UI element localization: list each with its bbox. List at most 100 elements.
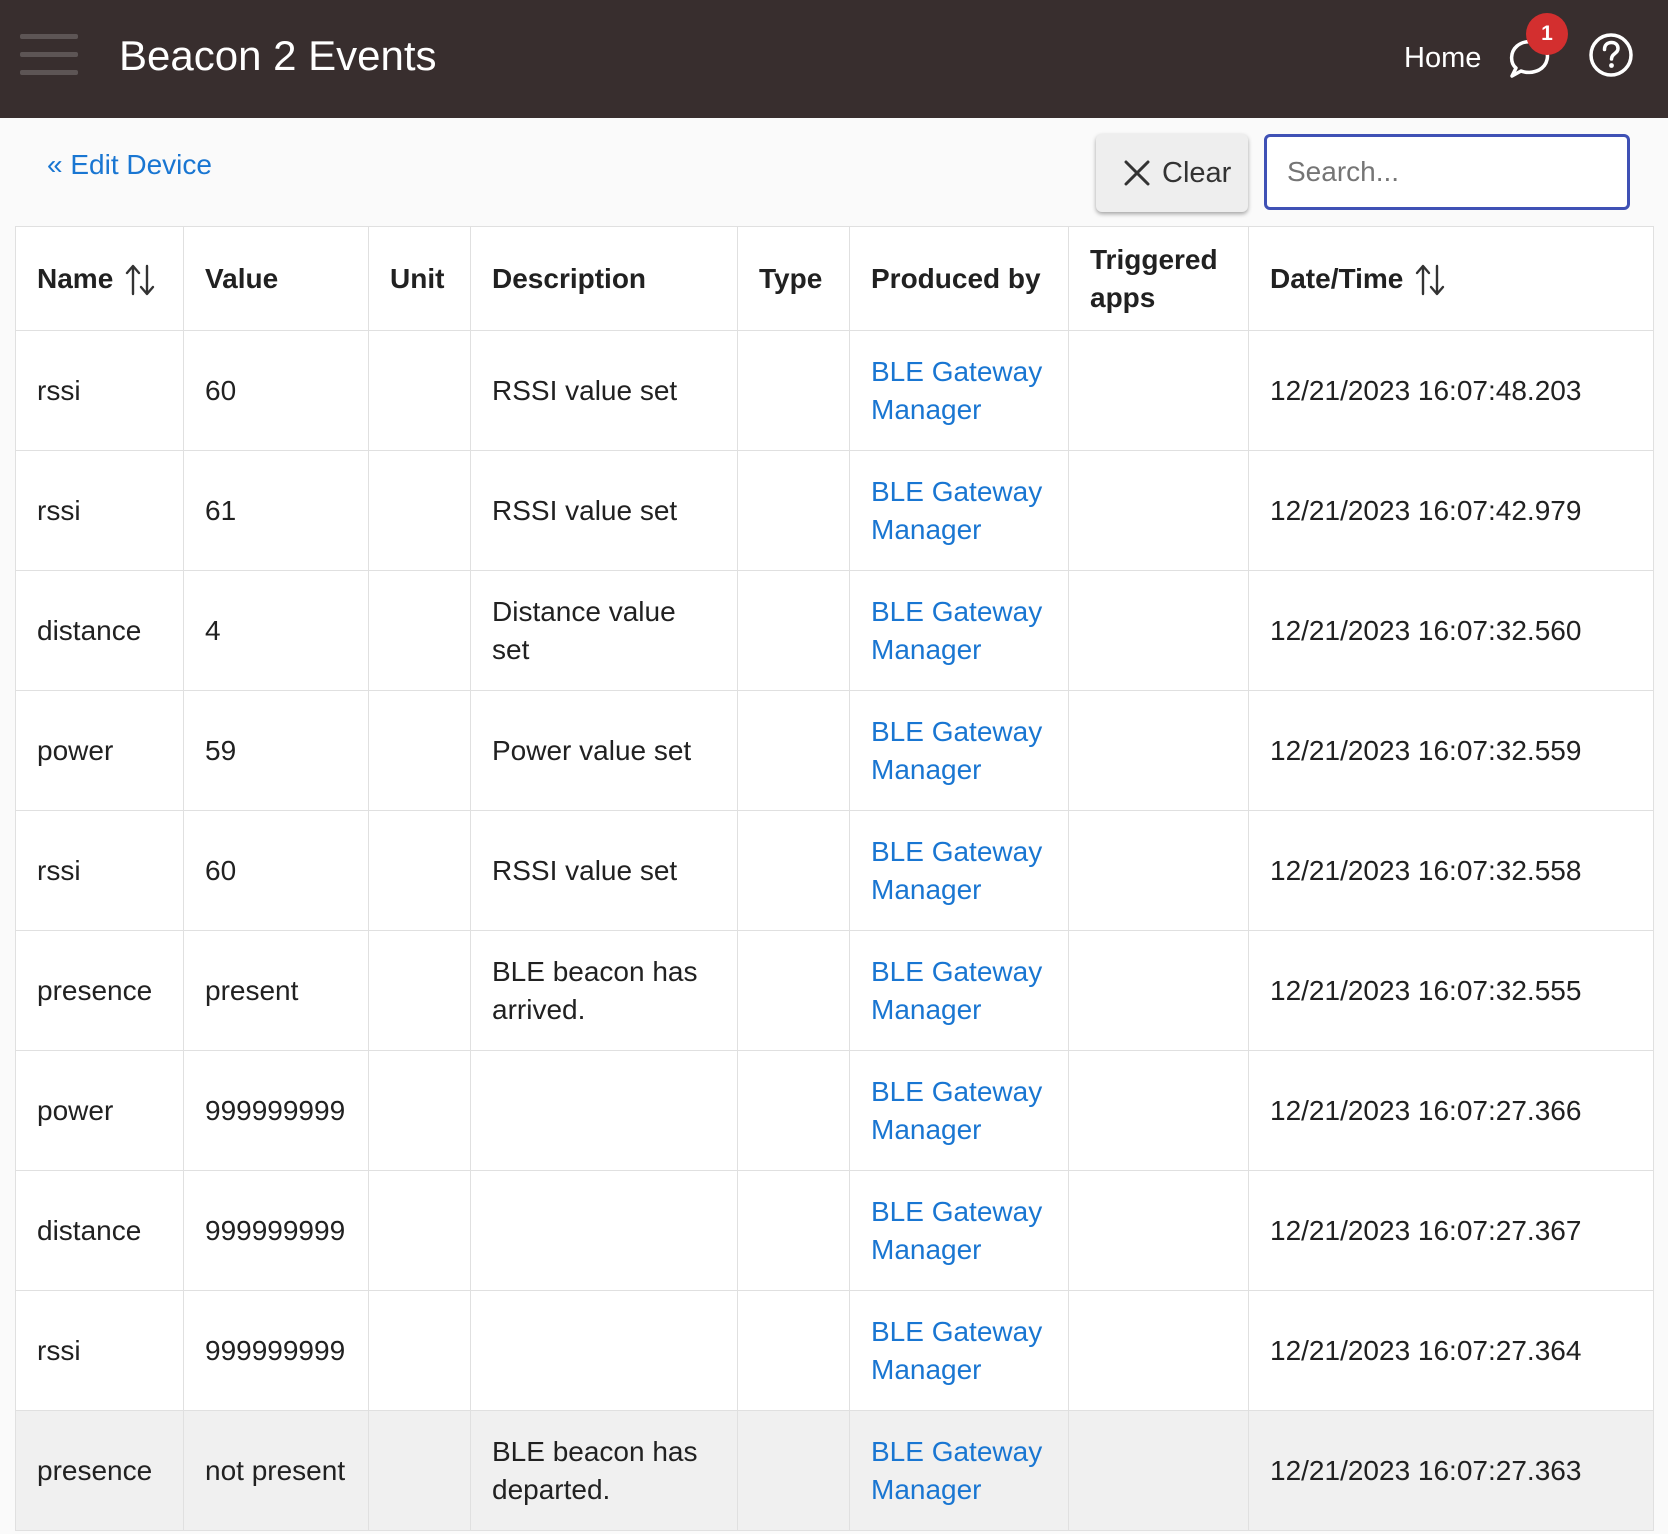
table-row: power 59 Power value set BLE Gateway Manage… [15,690,1654,811]
cell-produced-by-link[interactable]: BLE Gateway Manager [849,570,1069,691]
cell-type [737,690,850,811]
column-header-label: Date/Time [1270,262,1404,294]
cell-produced-by-link[interactable]: BLE Gateway Manager [849,810,1069,931]
cell-produced-by-link[interactable]: BLE Gateway Manager [849,1290,1069,1411]
table-row: rssi 60 RSSI value set BLE Gateway Manager 1… [15,810,1654,931]
cell-type [737,570,850,691]
cell-description: Distance value set [470,570,738,691]
cell-value: 60 [183,810,369,931]
cell-unit [368,1290,471,1411]
cell-description [470,1290,738,1411]
cell-triggered-apps [1068,450,1249,571]
table-row: rssi 61 RSSI value set BLE Gateway Manager 1… [15,450,1654,571]
cell-value: not present [183,1410,369,1531]
cell-description: BLE beacon has departed. [470,1410,738,1531]
cell-value: 59 [183,690,369,811]
cell-name: power [15,690,184,811]
cell-triggered-apps [1068,1050,1249,1171]
cell-triggered-apps [1068,570,1249,691]
help-circle-icon[interactable] [1588,32,1634,78]
page-title: Beacon 2 Events [119,32,437,79]
cell-name: presence [15,930,184,1051]
cell-name: rssi [15,330,184,451]
table-row: distance 999999999 BLE Gateway Manager 12/2… [15,1170,1654,1291]
notification-count-badge: 1 [1526,13,1568,55]
column-header-produced-by: Produced by [849,226,1069,331]
cell-unit [368,570,471,691]
cell-datetime: 12/21/2023 16:07:32.559 [1248,690,1654,811]
cell-type [737,1050,850,1171]
cell-value: 999999999 [183,1290,369,1411]
clear-button-label: Clear [1162,157,1232,189]
hamburger-menu-icon[interactable] [20,34,78,76]
cell-name: rssi [15,450,184,571]
cell-name: power [15,1050,184,1171]
cell-triggered-apps [1068,1290,1249,1411]
cell-unit [368,810,471,931]
cell-triggered-apps [1068,330,1249,451]
cell-datetime: 12/21/2023 16:07:27.366 [1248,1050,1654,1171]
table-header-row: Name Value Unit Description Type Produce… [15,226,1654,331]
sort-arrows-icon[interactable] [125,263,155,297]
column-header-value: Value [183,226,369,331]
cell-datetime: 12/21/2023 16:07:32.555 [1248,930,1654,1051]
column-header-name[interactable]: Name [15,226,184,331]
search-input[interactable] [1264,134,1630,210]
cell-type [737,1290,850,1411]
cell-description: RSSI value set [470,810,738,931]
column-header-label: Name [37,262,114,294]
top-app-bar: Beacon 2 Events Home 1 [0,0,1668,118]
cell-type [737,330,850,451]
cell-produced-by-link[interactable]: BLE Gateway Manager [849,1050,1069,1171]
cell-type [737,810,850,931]
column-header-triggered-apps: Triggered apps [1068,226,1249,331]
cell-datetime: 12/21/2023 16:07:27.364 [1248,1290,1654,1411]
cell-produced-by-link[interactable]: BLE Gateway Manager [849,450,1069,571]
cell-name: distance [15,1170,184,1291]
table-body: rssi 60 RSSI value set BLE Gateway Manager 1… [15,330,1654,1531]
cell-datetime: 12/21/2023 16:07:32.560 [1248,570,1654,691]
cell-produced-by-link[interactable]: BLE Gateway Manager [849,1170,1069,1291]
cell-description: BLE beacon has arrived. [470,930,738,1051]
clear-button[interactable]: Clear [1096,134,1248,212]
events-table: Name Value Unit Description Type Produce… [15,226,1654,1531]
cell-description: RSSI value set [470,330,738,451]
cell-produced-by-link[interactable]: BLE Gateway Manager [849,1410,1069,1531]
cell-produced-by-link[interactable]: BLE Gateway Manager [849,690,1069,811]
table-row: power 999999999 BLE Gateway Manager 12/21/2… [15,1050,1654,1171]
edit-device-link[interactable]: « Edit Device [47,147,212,183]
cell-produced-by-link[interactable]: BLE Gateway Manager [849,930,1069,1051]
column-header-description: Description [470,226,738,331]
cell-value: present [183,930,369,1051]
cell-triggered-apps [1068,930,1249,1051]
events-table-container: Name Value Unit Description Type Produce… [15,226,1654,1531]
cell-triggered-apps [1068,1410,1249,1531]
cell-unit [368,1050,471,1171]
cell-value: 61 [183,450,369,571]
cell-datetime: 12/21/2023 16:07:27.367 [1248,1170,1654,1291]
table-row: distance 4 Distance value set BLE Gateway M… [15,570,1654,691]
cell-triggered-apps [1068,810,1249,931]
cell-unit [368,330,471,451]
cell-description [470,1050,738,1171]
cell-unit [368,1410,471,1531]
close-icon [1124,160,1150,186]
cell-description: RSSI value set [470,450,738,571]
cell-type [737,1170,850,1291]
cell-unit [368,690,471,811]
cell-type [737,1410,850,1531]
cell-name: rssi [15,1290,184,1411]
home-link[interactable]: Home [1404,40,1481,76]
cell-type [737,930,850,1051]
cell-value: 60 [183,330,369,451]
cell-datetime: 12/21/2023 16:07:27.363 [1248,1410,1654,1531]
cell-produced-by-link[interactable]: BLE Gateway Manager [849,330,1069,451]
cell-description: Power value set [470,690,738,811]
cell-value: 999999999 [183,1050,369,1171]
cell-name: distance [15,570,184,691]
sort-arrows-icon[interactable] [1415,263,1445,297]
table-row: rssi 60 RSSI value set BLE Gateway Manager 1… [15,330,1654,451]
column-header-unit: Unit [368,226,471,331]
table-row: presence not present BLE beacon has depart… [15,1410,1654,1531]
column-header-datetime[interactable]: Date/Time [1248,226,1654,331]
